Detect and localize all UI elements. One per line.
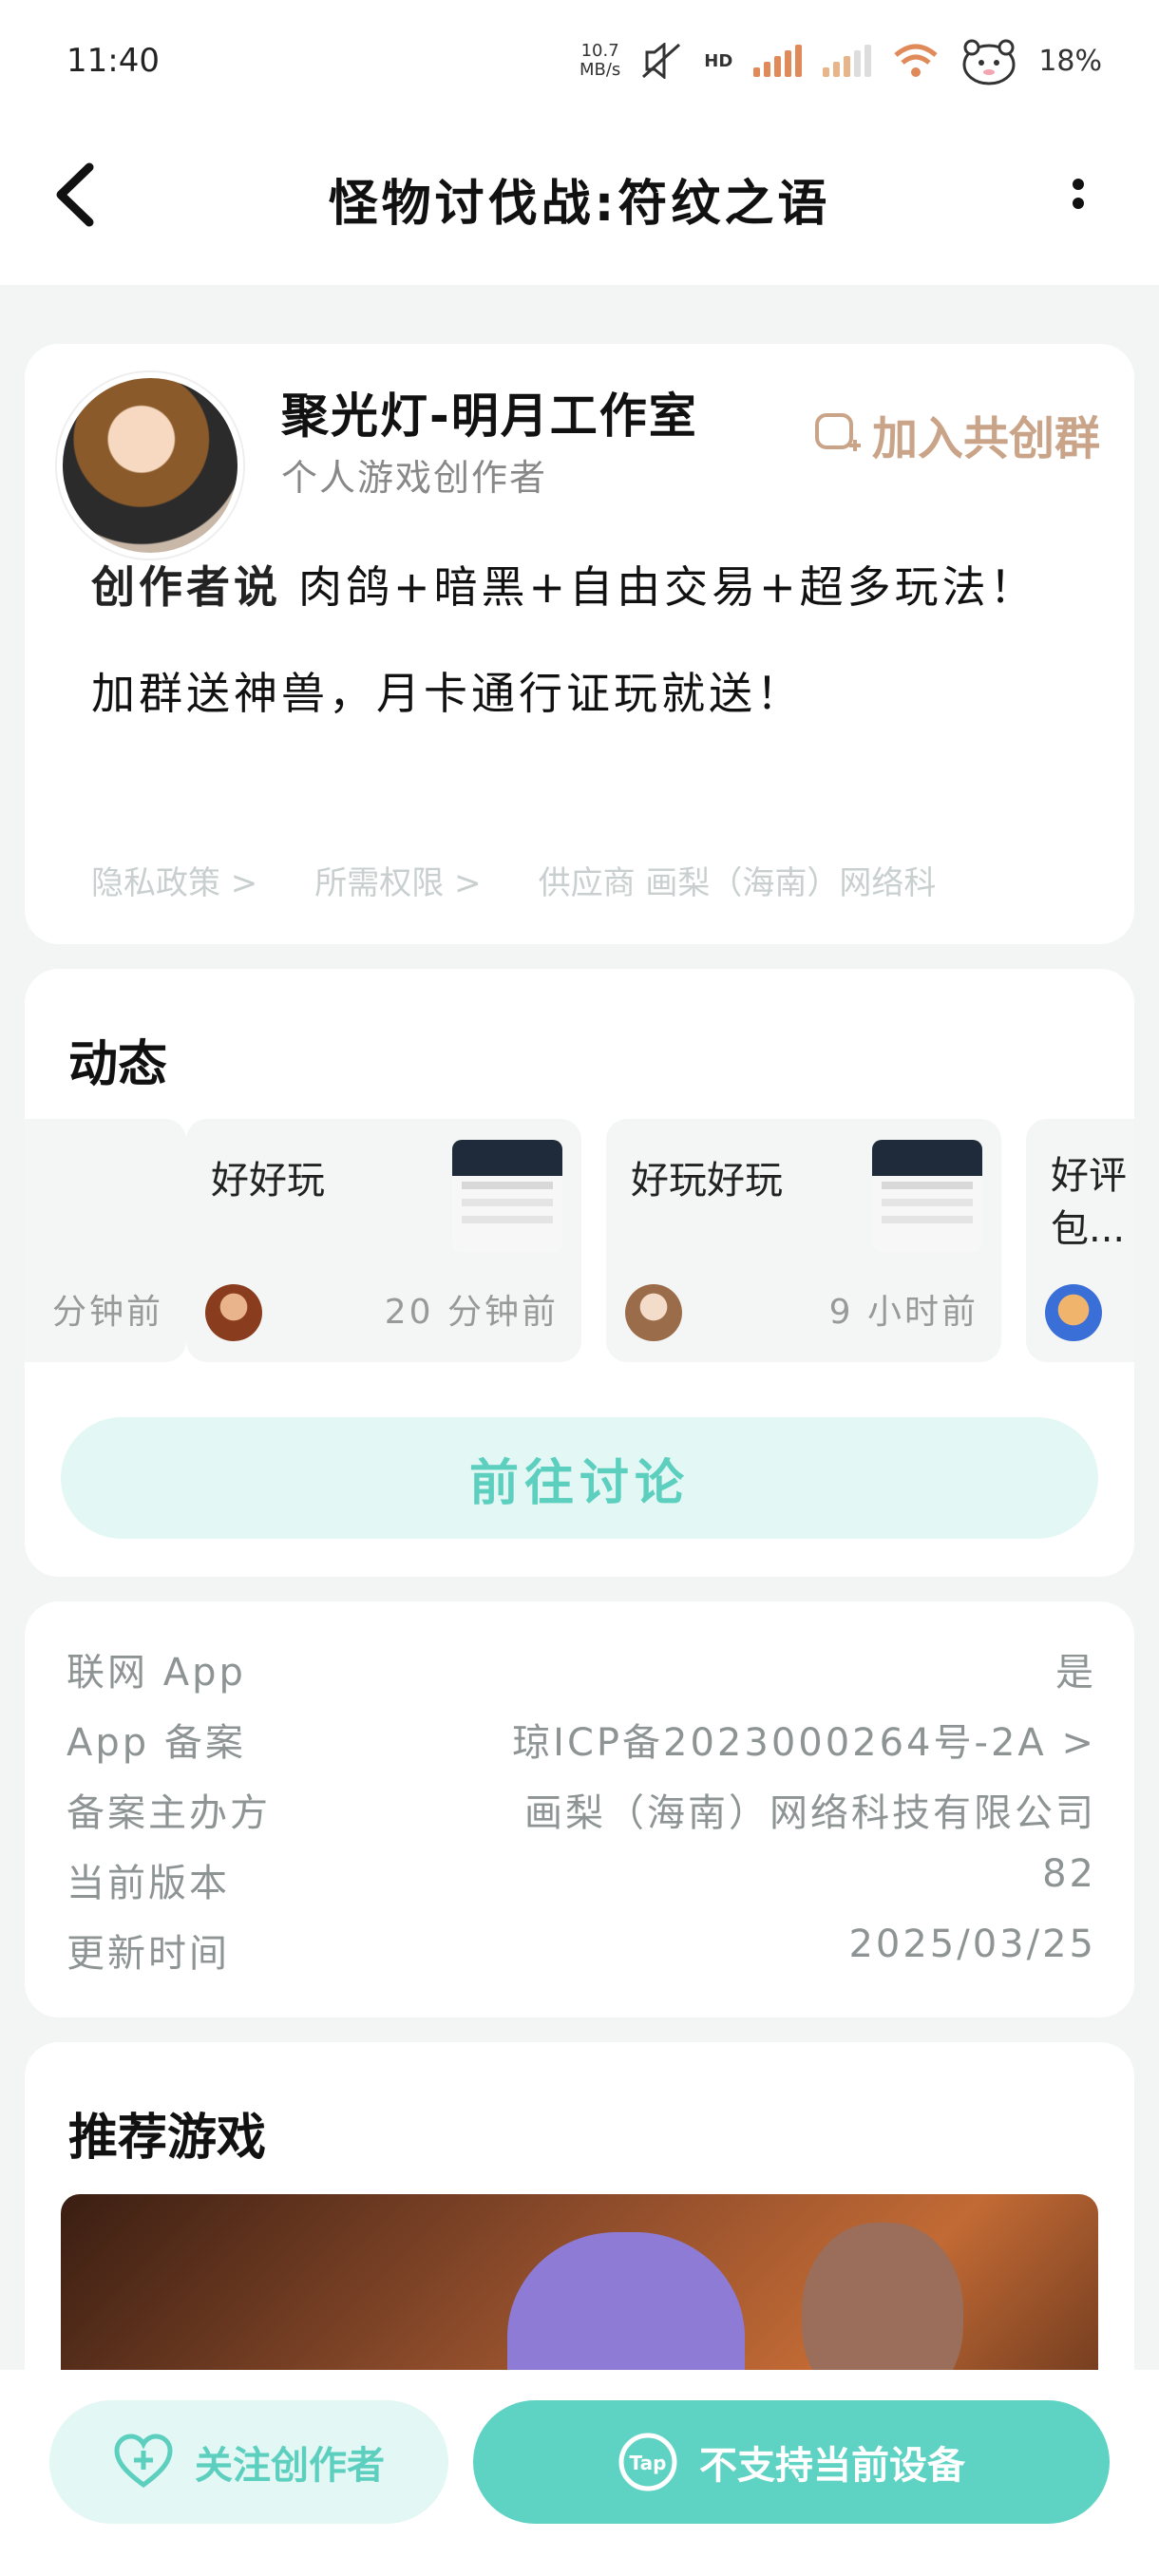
bottom-action-bar: 关注创作者 Tap 不支持当前设备 [0, 2370, 1159, 2576]
hd-label: HD [704, 50, 733, 71]
app-header: 怪物讨伐战:符纹之语 [0, 95, 1159, 285]
heart-plus-icon [114, 2434, 173, 2489]
net-speed-unit: MB/s [579, 60, 621, 80]
info-row: 联网 App 是 [66, 1641, 1096, 1696]
post-carousel[interactable]: 分钟前 好好玩 20 分钟前 好玩好玩 9 小时前 好评包... [25, 1119, 1134, 1362]
creator-avatar[interactable] [57, 372, 243, 559]
not-supported-label: 不支持当前设备 [699, 2444, 965, 2488]
svg-text:Tap: Tap [630, 2452, 667, 2474]
post-time: 20 分钟前 [384, 1293, 559, 1332]
status-icons: 10.7 MB/s HD 18% [580, 36, 1102, 85]
post-time: 分钟前 [51, 1293, 163, 1332]
battery-level: 18% [1038, 44, 1102, 78]
chevron-left-icon[interactable] [48, 161, 104, 228]
battery-mascot-icon [962, 39, 1016, 85]
creator-role: 个人游戏创作者 [281, 457, 548, 499]
post-time: 9 小时前 [828, 1293, 978, 1332]
creator-desc-label: 创作者说 [91, 561, 281, 613]
join-group-label: 加入共创群 [871, 412, 1100, 465]
vertical-dots-icon[interactable] [1064, 171, 1092, 228]
avatar [1045, 1284, 1102, 1341]
page-title: 怪物讨伐战:符纹之语 [328, 176, 831, 233]
info-key: 备案主办方 [66, 1791, 271, 1835]
permissions-link[interactable]: 所需权限 > [314, 857, 481, 903]
signal-icon [753, 45, 803, 77]
info-key: 更新时间 [66, 1932, 230, 1976]
info-value: 82 [1042, 1852, 1096, 1896]
join-group-button[interactable]: 加入共创群 [813, 401, 1100, 467]
info-key: 当前版本 [66, 1862, 230, 1905]
post-card[interactable]: 好玩好玩 9 小时前 [606, 1119, 1001, 1362]
status-time: 11:40 [66, 42, 160, 80]
section-title-recommend: 推荐游戏 [68, 2110, 267, 2167]
dynamics-card: 动态 分钟前 好好玩 20 分钟前 好玩好玩 9 小时前 好评包... 前往讨论 [25, 969, 1134, 1577]
post-thumbnail [452, 1140, 562, 1252]
creator-description: 创作者说 肉鸽+暗黑+自由交易+超多玩法！加群送神兽，月卡通行证玩就送！ [91, 534, 1068, 747]
status-bar: 11:40 10.7 MB/s HD 18% [0, 0, 1159, 95]
app-info-card: 联网 App 是 App 备案 琼ICP备2023000264号-2A > 备案… [25, 1601, 1134, 2017]
post-title: 好评包... [1051, 1154, 1127, 1251]
info-row[interactable]: App 备案 琼ICP备2023000264号-2A > [66, 1712, 1096, 1767]
info-value: 画梨（海南）网络科技有限公司 [524, 1791, 1096, 1835]
info-row: 当前版本 82 [66, 1852, 1096, 1907]
post-thumbnail [872, 1140, 982, 1252]
privacy-policy-link[interactable]: 隐私政策 > [91, 857, 257, 903]
info-key: 联网 App [66, 1651, 246, 1695]
info-key: App 备案 [66, 1721, 246, 1765]
supplier-link[interactable]: 供应商 画梨（海南）网络科 [539, 857, 937, 903]
post-card[interactable]: 好好玩 20 分钟前 [186, 1119, 581, 1362]
go-discuss-button[interactable]: 前往讨论 [61, 1417, 1098, 1539]
info-value: 2025/03/25 [848, 1923, 1096, 1966]
post-title: 好好玩 [211, 1159, 325, 1203]
net-speed-value: 10.7 [580, 41, 619, 61]
post-card[interactable]: 分钟前 [25, 1119, 186, 1362]
post-title: 好玩好玩 [631, 1159, 783, 1203]
avatar [205, 1284, 262, 1341]
net-speed: 10.7 MB/s [580, 42, 620, 80]
mute-icon [642, 43, 681, 79]
tap-logo-icon: Tap [618, 2433, 677, 2491]
section-title-dynamics: 动态 [68, 1036, 168, 1093]
info-value: 是 [1055, 1651, 1096, 1695]
add-group-icon [814, 413, 861, 451]
info-row: 备案主办方 画梨（海南）网络科技有限公司 [66, 1782, 1096, 1837]
creator-name[interactable]: 聚光灯-明月工作室 [281, 378, 698, 446]
follow-creator-button[interactable]: 关注创作者 [49, 2400, 448, 2524]
avatar [625, 1284, 682, 1341]
info-value: 琼ICP备2023000264号-2A > [512, 1721, 1096, 1765]
creator-card: 聚光灯-明月工作室 个人游戏创作者 加入共创群 创作者说 肉鸽+暗黑+自由交易+超… [25, 344, 1134, 944]
follow-label: 关注创作者 [195, 2444, 385, 2488]
wifi-icon [894, 44, 938, 77]
signal-2-icon [823, 45, 872, 77]
info-row: 更新时间 2025/03/25 [66, 1923, 1096, 1978]
policy-links: 隐私政策 > 所需权限 > 供应商 画梨（海南）网络科 [91, 857, 1096, 903]
not-supported-button[interactable]: Tap 不支持当前设备 [473, 2400, 1110, 2524]
post-card[interactable]: 好评包... [1026, 1119, 1134, 1362]
